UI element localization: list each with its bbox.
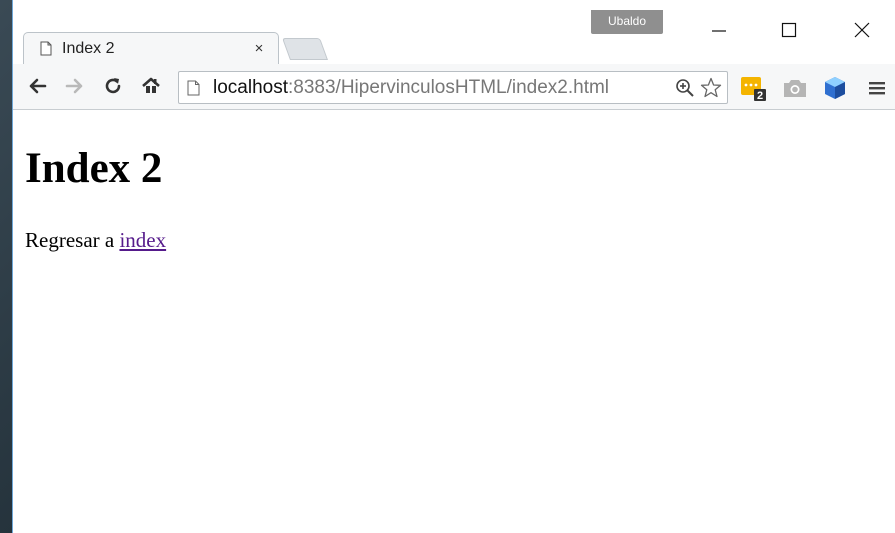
extension-cube-button[interactable] <box>822 75 848 101</box>
reload-button[interactable] <box>99 72 127 100</box>
toolbar: localhost:8383/HipervinculosHTML/index2.… <box>13 64 895 110</box>
page-heading: Index 2 <box>25 145 163 192</box>
url-text[interactable]: localhost:8383/HipervinculosHTML/index2.… <box>213 77 673 99</box>
star-icon <box>700 77 722 97</box>
browser-window: Ubaldo Index 2 × localhost:8383/Hipervin… <box>12 0 895 533</box>
close-window-button[interactable] <box>839 14 885 46</box>
home-icon <box>142 77 160 93</box>
maximize-button[interactable] <box>766 14 812 46</box>
arrow-left-icon <box>29 78 47 94</box>
minimize-button[interactable] <box>696 14 742 46</box>
extension-chat-button[interactable]: 2 <box>740 75 766 101</box>
maximize-icon <box>781 22 797 38</box>
zoom-in-icon <box>676 78 694 97</box>
address-bar[interactable]: localhost:8383/HipervinculosHTML/index2.… <box>178 71 728 104</box>
page-info-icon[interactable] <box>187 79 203 97</box>
bookmark-star-button[interactable] <box>697 74 725 102</box>
return-text: Regresar a <box>25 228 115 252</box>
tab-index-2[interactable]: Index 2 × <box>23 32 279 64</box>
reload-icon <box>105 78 121 94</box>
forward-button[interactable] <box>61 72 89 100</box>
page-content: Index 2 Regresar a index <box>13 110 895 533</box>
arrow-right-icon <box>65 78 83 94</box>
tab-close-button[interactable]: × <box>248 38 270 60</box>
chat-extension-icon: 2 <box>741 77 766 101</box>
profile-badge[interactable]: Ubaldo <box>591 10 663 34</box>
chrome-menu-button[interactable] <box>864 75 890 101</box>
back-button[interactable] <box>23 72 51 100</box>
index-link[interactable]: index <box>119 228 166 252</box>
minimize-icon <box>712 30 726 32</box>
zoom-button[interactable] <box>673 76 697 100</box>
title-bar: Ubaldo Index 2 × <box>13 0 895 66</box>
url-path: :8383/HipervinculosHTML/index2.html <box>288 76 610 98</box>
cube-icon <box>825 77 845 99</box>
url-host: localhost <box>213 76 288 98</box>
return-paragraph: Regresar a index <box>25 228 166 253</box>
extension-badge-count: 2 <box>757 90 763 101</box>
close-icon <box>854 22 870 38</box>
page-icon <box>40 41 54 57</box>
new-tab-button[interactable] <box>281 38 329 60</box>
hamburger-menu-icon <box>869 82 885 95</box>
home-button[interactable] <box>137 72 165 100</box>
camera-icon <box>784 80 806 97</box>
extension-camera-button[interactable] <box>782 75 808 101</box>
tab-title: Index 2 <box>62 39 115 57</box>
